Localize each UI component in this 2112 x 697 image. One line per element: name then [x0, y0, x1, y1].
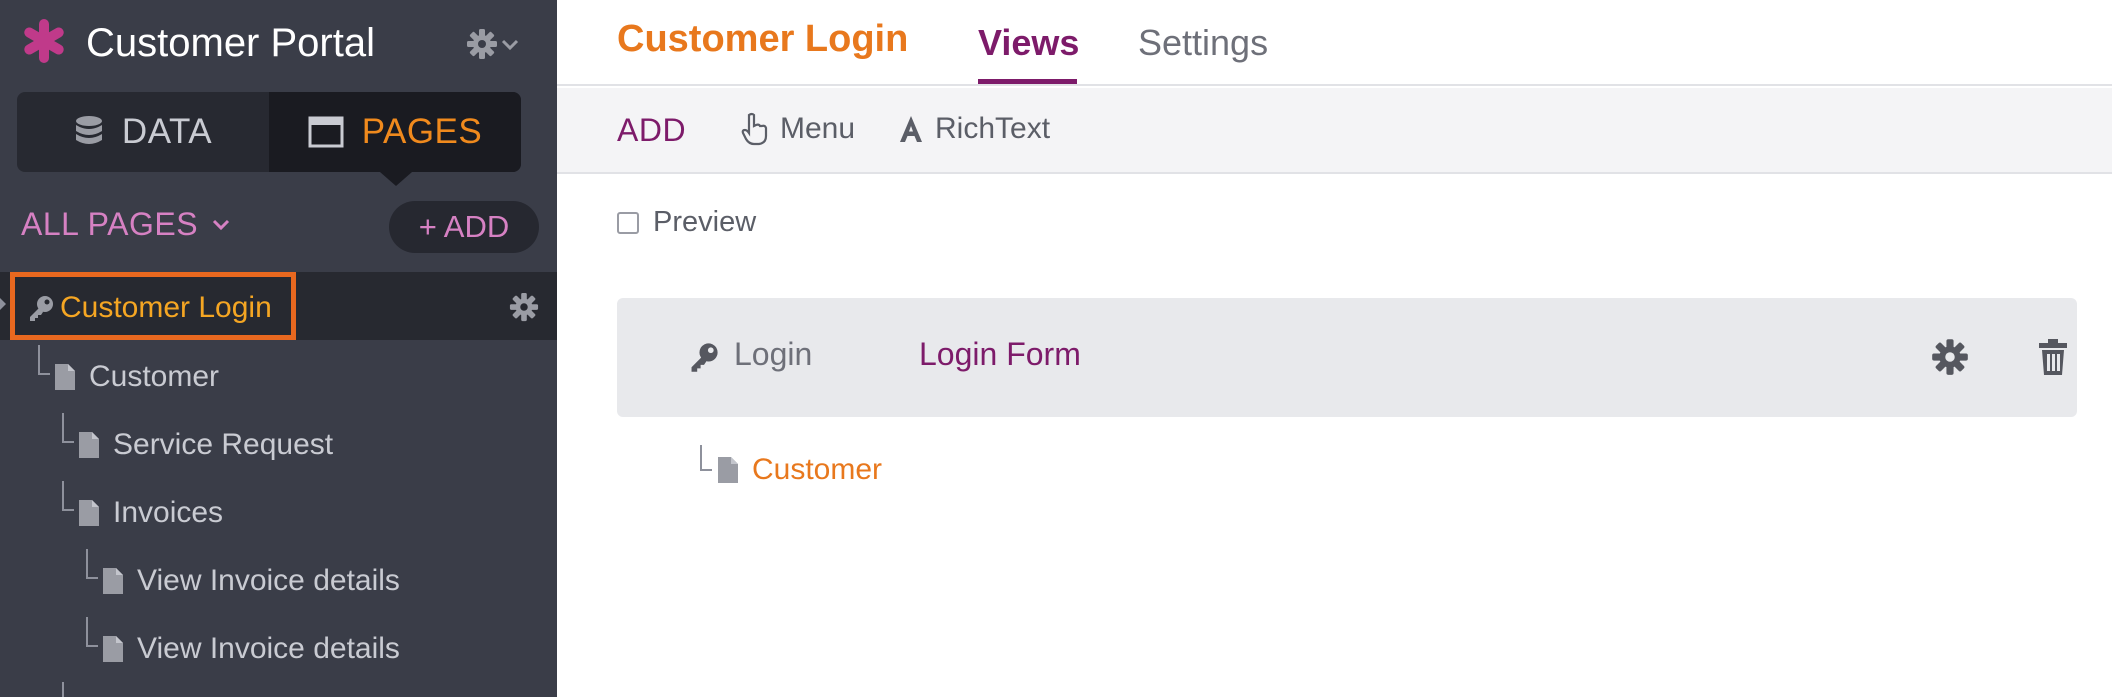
all-pages-label: ALL PAGES [21, 206, 199, 242]
page-header: Customer Login Views Settings [557, 0, 2112, 86]
tree-item-label: Service Request [113, 428, 334, 461]
tab-settings[interactable]: Settings [1138, 22, 1268, 64]
richtext-label: RichText [935, 112, 1051, 145]
view-card-login-form[interactable]: Login Login Form [617, 298, 2077, 417]
active-tab-underline [978, 79, 1077, 84]
tree-item-view-invoice-details[interactable]: View Invoice details [0, 544, 557, 612]
pages-tab-button[interactable]: PAGES [269, 92, 521, 172]
preview-label: Preview [653, 206, 757, 238]
tree-item-invoices[interactable]: Invoices [0, 476, 557, 544]
all-pages-dropdown[interactable]: ALL PAGES [21, 206, 230, 243]
page-title: Customer Login [617, 18, 909, 60]
tree-connector [86, 549, 98, 579]
child-page-customer[interactable]: Customer [700, 445, 882, 495]
trash-icon[interactable] [2038, 338, 2068, 376]
add-view-label: ADD [617, 112, 687, 148]
key-icon [691, 343, 718, 372]
child-page-label: Customer [752, 453, 883, 486]
data-pages-switch: DATA PAGES [17, 92, 521, 172]
views-toolbar: ADD Menu RichText [557, 88, 2112, 174]
view-name-link[interactable]: Login Form [919, 336, 1081, 373]
tree-connector [38, 345, 50, 375]
data-tab-button[interactable]: DATA [17, 92, 269, 172]
app-settings-gear-icon[interactable] [466, 28, 498, 60]
main-panel: Customer Login Views Settings ADD Menu R… [557, 0, 2112, 697]
document-icon [79, 432, 99, 458]
active-tab-pointer [380, 172, 412, 186]
browser-window-icon [308, 116, 344, 148]
menu-label: Menu [780, 112, 856, 145]
tree-item-customer-login[interactable]: Customer Login [0, 272, 557, 340]
font-a-icon [900, 116, 922, 142]
tree-item-view-invoice-details[interactable]: View Invoice details [0, 612, 557, 680]
tab-views[interactable]: Views [978, 22, 1079, 64]
add-page-label: + ADD [418, 209, 510, 244]
pointer-hand-icon [741, 112, 768, 146]
sidebar: Customer Portal DATA PAGES ALL PAGES + A… [0, 0, 557, 697]
tree-connector [62, 413, 74, 443]
database-icon [75, 116, 102, 144]
tree-item-label: Customer Login [60, 291, 272, 324]
data-tab-label: DATA [121, 112, 213, 151]
view-settings-gear-icon[interactable] [1931, 338, 1969, 376]
pages-tab-label: PAGES [361, 112, 483, 151]
tree-connector [86, 617, 98, 647]
document-icon [718, 457, 738, 483]
chevron-down-icon[interactable] [500, 38, 520, 52]
page-settings-gear-icon[interactable] [509, 292, 539, 322]
caret-icon [0, 298, 6, 310]
add-richtext-button[interactable]: RichText [897, 112, 1050, 146]
tree-item-label: View Invoice details [137, 564, 400, 597]
tree-connector [700, 445, 712, 471]
preview-checkbox[interactable] [617, 211, 639, 234]
chevron-down-icon [212, 219, 230, 230]
tree-connector [62, 682, 74, 697]
document-icon [103, 636, 123, 662]
view-type-label: Login [734, 336, 813, 372]
document-icon [55, 364, 75, 390]
key-icon [30, 296, 53, 321]
tree-item-label: Customer [89, 360, 220, 393]
tree-item-customer[interactable]: Customer [0, 340, 557, 408]
tree-item-label: Invoices [113, 496, 224, 529]
tree-item-service-request[interactable]: Service Request [0, 408, 557, 476]
tree-item-label: View Invoice details [137, 632, 400, 665]
preview-toggle[interactable]: Preview [617, 206, 756, 239]
add-menu-button[interactable]: Menu [740, 112, 855, 146]
add-page-button[interactable]: + ADD [389, 201, 539, 253]
tree-connector [62, 481, 74, 511]
document-icon [103, 568, 123, 594]
asterisk-logo-icon [24, 19, 64, 63]
document-icon [79, 500, 99, 526]
sidebar-header: Customer Portal [0, 0, 557, 88]
app-title: Customer Portal [86, 21, 375, 65]
